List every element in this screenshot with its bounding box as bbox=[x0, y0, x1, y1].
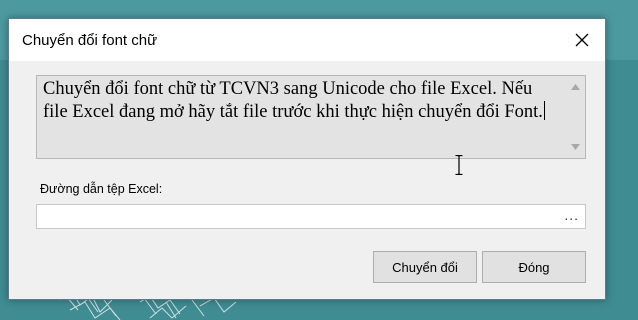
info-text: Chuyển đổi font chữ từ TCVN3 sang Unicod… bbox=[43, 79, 543, 122]
close-icon bbox=[575, 33, 589, 47]
excel-path-label: Đường dẫn tệp Excel: bbox=[40, 182, 163, 196]
dialog-window: Chuyển đổi font chữ Chuyển đổi font chữ … bbox=[8, 18, 606, 300]
close-button-label: Đóng bbox=[518, 259, 550, 275]
text-caret bbox=[543, 101, 545, 120]
convert-button-label: Chuyển đổi bbox=[392, 259, 458, 275]
info-textarea-content: Chuyển đổi font chữ từ TCVN3 sang Unicod… bbox=[43, 78, 558, 124]
scroll-down-button[interactable] bbox=[566, 138, 585, 156]
window-title: Chuyển đổi font chữ bbox=[22, 32, 158, 49]
info-textarea[interactable]: Chuyển đổi font chữ từ TCVN3 sang Unicod… bbox=[36, 75, 586, 159]
dialog-body: Chuyển đổi font chữ từ TCVN3 sang Unicod… bbox=[9, 61, 605, 299]
ibeam-cursor-icon bbox=[455, 155, 463, 175]
close-button[interactable]: Đóng bbox=[482, 251, 586, 283]
excel-path-field[interactable]: ... bbox=[36, 204, 586, 229]
window-close-button[interactable] bbox=[559, 19, 605, 61]
scroll-up-button[interactable] bbox=[566, 78, 585, 96]
info-scrollbar[interactable] bbox=[566, 76, 585, 158]
title-bar[interactable]: Chuyển đổi font chữ bbox=[9, 19, 605, 61]
arrow-up-icon bbox=[571, 84, 580, 90]
arrow-down-icon bbox=[571, 144, 580, 150]
convert-button[interactable]: Chuyển đổi bbox=[373, 251, 477, 283]
browse-button[interactable]: ... bbox=[564, 207, 579, 223]
